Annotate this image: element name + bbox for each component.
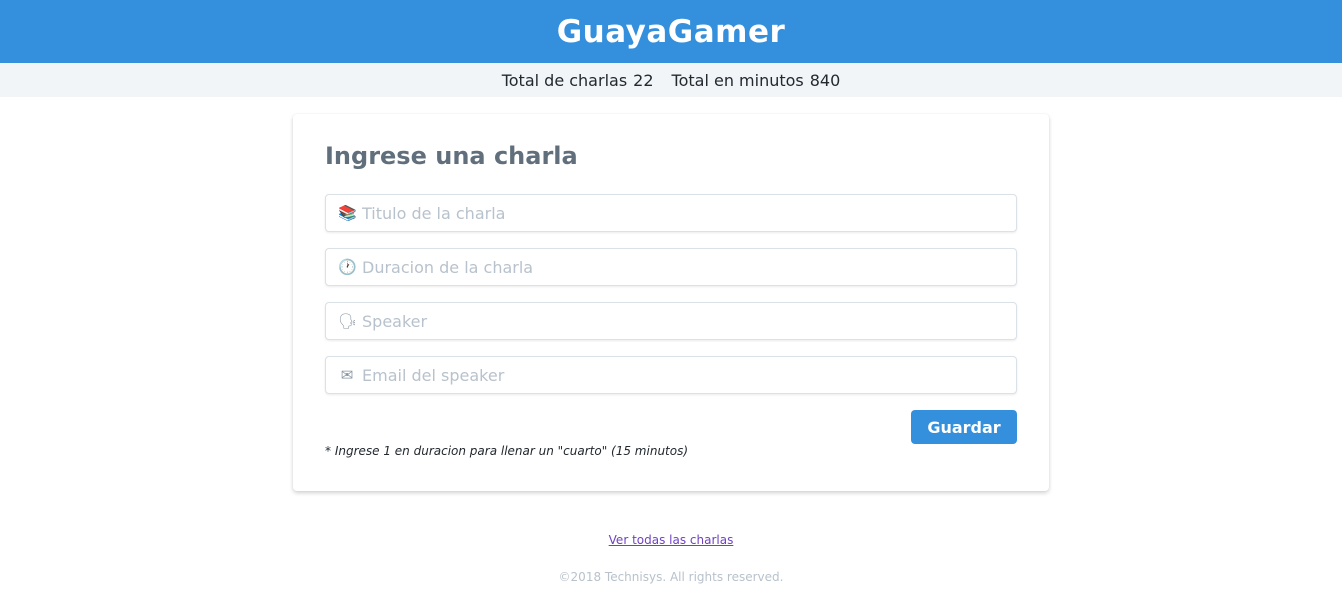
copyright: ©2018 Technisys. All rights reserved. [558,570,784,584]
envelope-icon: ✉ [340,365,354,384]
title-input[interactable] [362,203,1004,223]
email-input[interactable] [362,365,1004,385]
total-talks-value: 22 [633,70,654,90]
title-field[interactable]: 📚 [325,194,1017,232]
duration-note: * Ingrese 1 en duracion para llenar un "… [325,444,689,458]
speaker-field[interactable]: 🗣 [325,302,1017,340]
app-title: GuayaGamer [556,13,786,50]
duration-input[interactable] [362,257,1004,277]
total-talks-label: Total de charlas [501,70,628,90]
stats-bar: Total de charlas 22 Total en minutos 840 [0,63,1342,97]
view-all-talks-link[interactable]: Ver todas las charlas [609,533,734,547]
total-minutes-label: Total en minutos [671,70,804,90]
app-header: GuayaGamer [0,0,1342,63]
form-actions: Guardar [325,410,1017,444]
speaker-input[interactable] [362,311,1004,331]
clock-icon: 🕐 [338,257,357,276]
books-icon: 📚 [338,203,357,222]
footer: Ver todas las charlas [0,529,1342,548]
duration-field[interactable]: 🕐 [325,248,1017,286]
form-heading: Ingrese una charla [325,142,578,170]
total-talks: Total de charlas 22 [502,71,654,90]
total-minutes-value: 840 [809,70,841,90]
save-button[interactable]: Guardar [911,410,1017,444]
form-wrapper: Ingrese una charla 📚 🕐 🗣 ✉ Guardar * Ing… [0,114,1342,491]
email-field[interactable]: ✉ [325,356,1017,394]
speaking-head-icon: 🗣 [338,311,358,330]
total-minutes: Total en minutos 840 [672,71,841,90]
talk-form-card: Ingrese una charla 📚 🕐 🗣 ✉ Guardar * Ing… [293,114,1049,491]
